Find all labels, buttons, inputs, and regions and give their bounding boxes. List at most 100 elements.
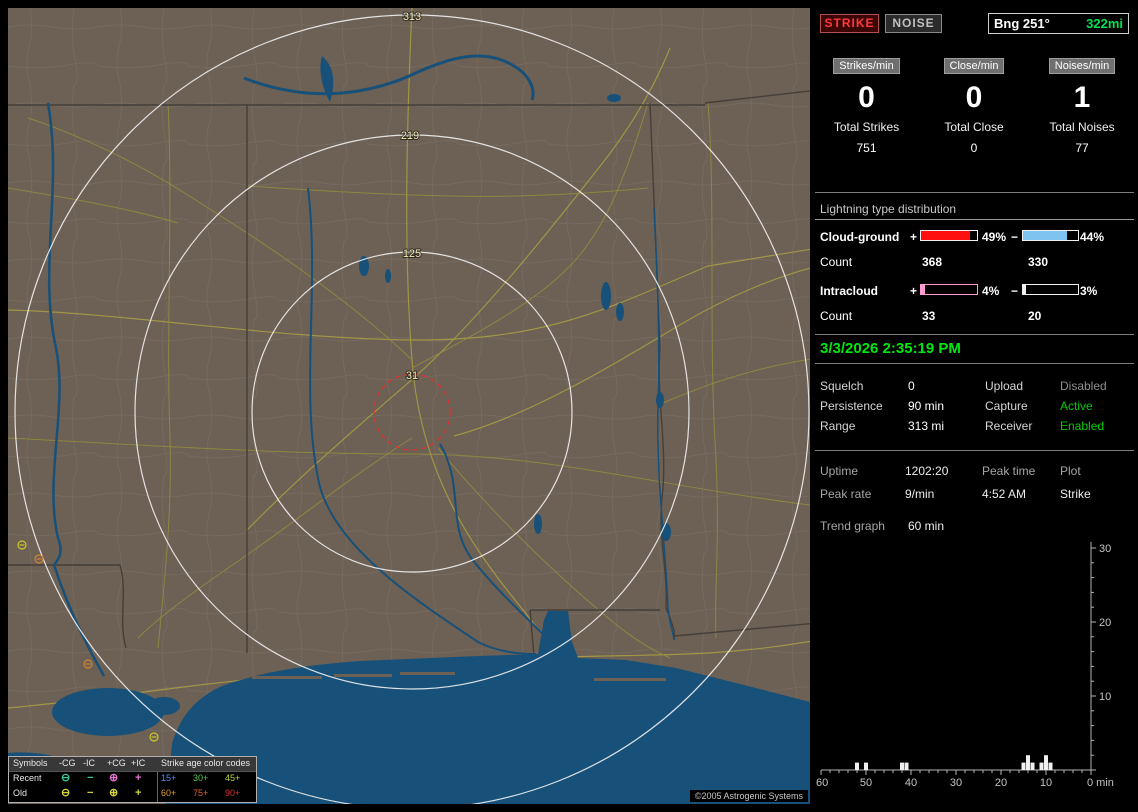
map-canvas[interactable]: 313 219 125 31 <box>8 8 810 804</box>
status-panel: STRIKE NOISE Bng 251° 322mi Strikes/min … <box>815 8 1134 804</box>
cg-negative-bar <box>1022 230 1079 241</box>
plus-sign: + <box>910 230 918 244</box>
capture-label: Capture <box>985 399 1028 413</box>
bearing-value: Bng 251° <box>994 16 1050 31</box>
cg-count-row: Count 368 330 <box>815 255 1134 270</box>
ring-label-219: 219 <box>401 130 419 142</box>
neg-ic-recent-icon: − <box>87 772 94 784</box>
legend-recent-label: Recent <box>13 773 42 783</box>
count-label: Count <box>820 255 853 269</box>
pos-ic-old-icon: + <box>135 787 142 799</box>
legend-old-row: Old ⊖ − ⊕ + 60+ 75+ 90+ <box>9 787 256 802</box>
ring-label-125: 125 <box>403 248 421 260</box>
plot-label: Plot <box>1060 464 1081 478</box>
range-label: Range <box>820 419 856 433</box>
copyright-notice: ©2005 Astrogenic Systems <box>689 790 808 802</box>
svg-text:0 min: 0 min <box>1087 777 1114 789</box>
svg-text:40: 40 <box>905 777 917 789</box>
cg-positive-count: 368 <box>922 255 943 269</box>
cg-positive-bar <box>920 230 978 241</box>
total-strikes-label: Total Strikes <box>833 120 900 134</box>
count-label: Count <box>820 309 853 323</box>
ring-label-313: 313 <box>403 11 421 23</box>
age-30: 30+ <box>193 773 209 783</box>
svg-text:50: 50 <box>860 777 872 789</box>
stat-col-noises: Noises/min 1 Total Noises 77 <box>1030 58 1134 155</box>
cg-positive-fill <box>921 231 971 240</box>
range-value: 313 mi <box>908 419 945 433</box>
ring-label-31: 31 <box>406 370 418 382</box>
intracloud-label: Intracloud <box>820 284 879 298</box>
peak-time-value: 4:52 AM <box>982 487 1027 501</box>
lightning-map[interactable]: 313 219 125 31 Symbols -CG -IC +CG +IC S… <box>8 8 810 804</box>
ic-negative-bar <box>1022 284 1079 295</box>
upload-status: Disabled <box>1060 379 1107 393</box>
upload-label: Upload <box>985 379 1024 393</box>
cg-positive-pct: 49% <box>982 230 1007 244</box>
stat-col-strikes: Strikes/min 0 Total Strikes 751 <box>815 58 918 155</box>
persistence-label: Persistence <box>820 399 883 413</box>
ic-negative-fill <box>1023 285 1026 294</box>
ic-negative-count: 20 <box>1028 309 1042 323</box>
total-noises-label: Total Noises <box>1049 120 1115 134</box>
peak-rate-value: 9/min <box>905 487 935 501</box>
cloud-ground-label: Cloud-ground <box>820 230 900 244</box>
ic-count-row: Count 33 20 <box>815 309 1134 324</box>
noises-per-min-label: Noises/min <box>1048 58 1116 74</box>
legend-old-label: Old <box>13 788 28 798</box>
svg-text:20: 20 <box>1099 617 1111 629</box>
peak-time-label: Peak time <box>982 464 1036 478</box>
svg-text:20: 20 <box>995 777 1007 789</box>
strikes-per-min-value: 0 <box>858 81 875 114</box>
squelch-value: 0 <box>908 379 915 393</box>
legend-col-neg-cg: -CG <box>59 758 76 768</box>
svg-text:60: 60 <box>816 777 828 789</box>
close-per-min-label: Close/min <box>943 58 1005 74</box>
neg-ic-old-icon: − <box>87 787 94 799</box>
dist-row-cloud-ground: Cloud-ground + 49% − 44% <box>815 230 1134 245</box>
svg-text:30: 30 <box>1099 543 1111 555</box>
svg-text:30: 30 <box>950 777 962 789</box>
age-90: 90+ <box>225 788 241 798</box>
divider <box>815 192 1134 193</box>
ic-positive-fill <box>921 285 926 294</box>
total-close-value: 0 <box>970 141 978 155</box>
neg-cg-recent-icon: ⊖ <box>61 772 71 784</box>
svg-text:10: 10 <box>1099 691 1111 703</box>
receiver-label: Receiver <box>985 419 1033 433</box>
minus-sign: − <box>1011 284 1019 298</box>
minus-sign: − <box>1011 230 1019 244</box>
trend-graph: 30 20 10 60 50 40 30 20 10 0 min <box>816 542 1114 789</box>
strike-mode-button[interactable]: STRIKE <box>820 14 879 33</box>
distribution-title: Lightning type distribution <box>815 202 1134 220</box>
plus-sign: + <box>910 284 918 298</box>
plot-mode-value: Strike <box>1060 487 1091 501</box>
bearing-distance: 322mi <box>1086 16 1123 31</box>
rate-statistics: Strikes/min 0 Total Strikes 751 Close/mi… <box>815 58 1134 155</box>
persistence-value: 90 min <box>908 399 945 413</box>
svg-text:10: 10 <box>1040 777 1052 789</box>
noise-mode-button[interactable]: NOISE <box>885 14 942 33</box>
ic-negative-pct: 3% <box>1080 284 1098 298</box>
ic-positive-bar <box>920 284 978 295</box>
cg-negative-fill <box>1023 231 1067 240</box>
pos-ic-recent-icon: + <box>135 772 142 784</box>
session-info: Uptime 1202:20 Peak time Plot Peak rate … <box>820 460 1130 506</box>
capture-status: Active <box>1060 399 1093 413</box>
total-noises-value: 77 <box>1075 141 1089 155</box>
legend-symbols-header: Symbols <box>13 758 48 768</box>
strikes-per-min-label: Strikes/min <box>833 58 900 74</box>
age-60: 60+ <box>161 788 177 798</box>
uptime-value: 1202:20 <box>905 464 949 478</box>
peak-rate-label: Peak rate <box>820 487 872 501</box>
divider <box>815 450 1134 451</box>
noises-per-min-value: 1 <box>1073 81 1091 114</box>
legend-col-neg-ic: -IC <box>83 758 95 768</box>
neg-cg-old-icon: ⊖ <box>61 787 71 799</box>
cg-negative-pct: 44% <box>1080 230 1105 244</box>
legend-col-pos-ic: +IC <box>131 758 146 768</box>
receiver-settings: Squelch 0 Upload Disabled Persistence 90… <box>820 376 1130 436</box>
legend-age-title: Strike age color codes <box>161 758 251 768</box>
age-45: 45+ <box>225 773 241 783</box>
cg-negative-count: 330 <box>1028 255 1049 269</box>
